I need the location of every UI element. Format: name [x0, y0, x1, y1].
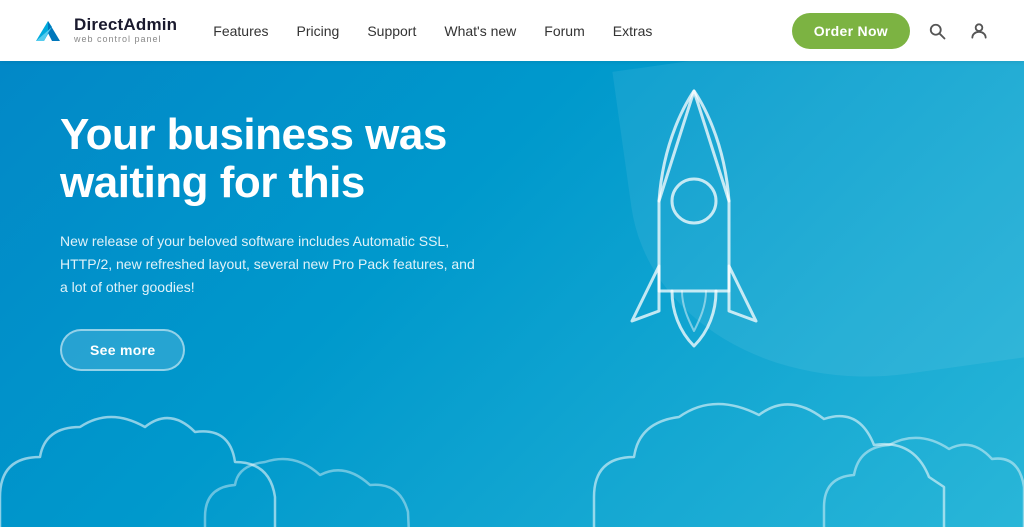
hero-section: Your business was waiting for this New r…	[0, 61, 1024, 527]
nav-right: Order Now	[792, 13, 994, 49]
search-icon	[927, 21, 947, 41]
nav-links: Features Pricing Support What's new Foru…	[213, 23, 791, 39]
logo-icon	[30, 13, 66, 49]
brand-tagline: web control panel	[74, 35, 177, 45]
nav-item-features[interactable]: Features	[213, 23, 268, 39]
brand-name: DirectAdmin	[74, 16, 177, 35]
clouds-container	[0, 377, 1024, 527]
nav-item-whats-new[interactable]: What's new	[444, 23, 516, 39]
hero-title: Your business was waiting for this	[60, 111, 530, 208]
hero-description: New release of your beloved software inc…	[60, 230, 480, 299]
account-icon	[969, 21, 989, 41]
cloud-bottom-center	[200, 457, 420, 527]
nav-item-extras[interactable]: Extras	[613, 23, 653, 39]
nav-item-support[interactable]: Support	[367, 23, 416, 39]
search-button[interactable]	[922, 16, 952, 46]
cloud-far-right	[814, 427, 1024, 527]
navbar: DirectAdmin web control panel Features P…	[0, 0, 1024, 61]
logo[interactable]: DirectAdmin web control panel	[30, 13, 177, 49]
nav-item-forum[interactable]: Forum	[544, 23, 584, 39]
hero-content: Your business was waiting for this New r…	[60, 111, 530, 371]
see-more-button[interactable]: See more	[60, 329, 185, 371]
nav-item-pricing[interactable]: Pricing	[297, 23, 340, 39]
order-now-button[interactable]: Order Now	[792, 13, 910, 49]
account-button[interactable]	[964, 16, 994, 46]
